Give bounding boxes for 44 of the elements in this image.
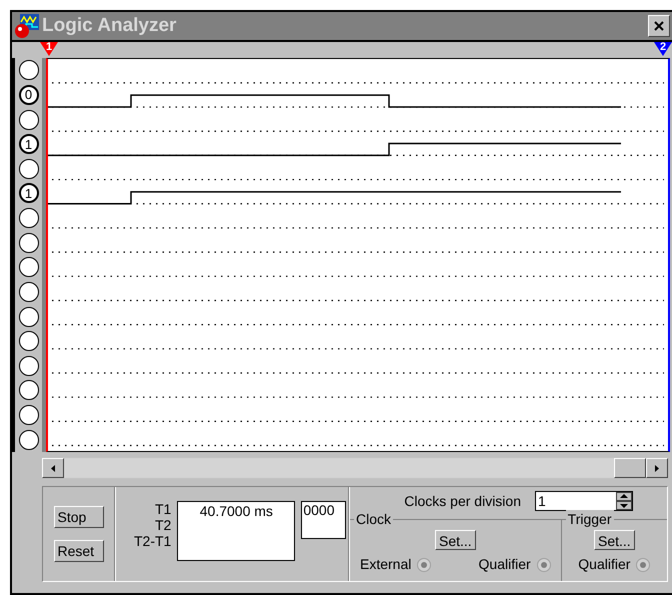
window-title: Logic Analyzer [42,14,176,38]
probe-terminal[interactable] [18,380,38,400]
radio-label: Qualifier [578,555,630,574]
app-icon [14,13,40,39]
clocks-spinner[interactable]: 1 [535,491,633,511]
probe-terminal[interactable]: 1 [18,183,38,204]
cursor-marker[interactable]: 1 [40,42,58,56]
probe-terminal[interactable] [18,208,38,228]
radio-label: External [360,555,412,574]
trigger-set-button[interactable]: Set... [594,530,635,550]
panel-button[interactable]: Reset [54,540,104,562]
close-button[interactable] [648,15,670,37]
probe-terminal[interactable] [18,110,38,130]
probe-terminal[interactable] [18,331,38,352]
clocks-per-division-label: Clocks per division [404,492,521,511]
probe-terminal[interactable]: 0 [18,84,38,105]
time-label: T2 [155,517,172,533]
probe-terminal[interactable] [18,356,38,376]
probe-terminal[interactable] [18,405,38,426]
group-title: Trigger [566,510,614,528]
cursor-marker[interactable]: 2 [654,42,672,56]
scroll-right-button[interactable] [646,458,668,478]
probe-terminal[interactable] [18,60,38,80]
probe-terminal[interactable]: 1 [18,134,38,154]
count-field: 0000 [301,501,346,539]
close-icon [654,21,664,31]
probe-terminal[interactable] [18,232,38,253]
probe-terminal[interactable] [18,158,38,179]
radio-label: Qualifier [478,555,531,574]
clocks-value: 1 [537,492,547,510]
probe-terminal[interactable] [18,282,38,302]
probe-terminal[interactable] [18,306,38,327]
time-value: 40.7000 ms [200,503,273,519]
panel-button[interactable]: Stop [54,506,104,528]
probe-terminal[interactable] [18,257,38,278]
time-label: T2-T1 [134,533,172,549]
clock-set-button[interactable]: Set... [434,530,476,550]
probe-terminal[interactable] [18,430,38,450]
left-arrow-icon [51,464,55,472]
scroll-thumb[interactable] [614,458,646,478]
spin-arrows-icon[interactable] [616,492,632,510]
right-arrow-icon [655,464,659,472]
scroll-left-button[interactable] [42,458,64,478]
time-label: T1 [155,501,172,517]
